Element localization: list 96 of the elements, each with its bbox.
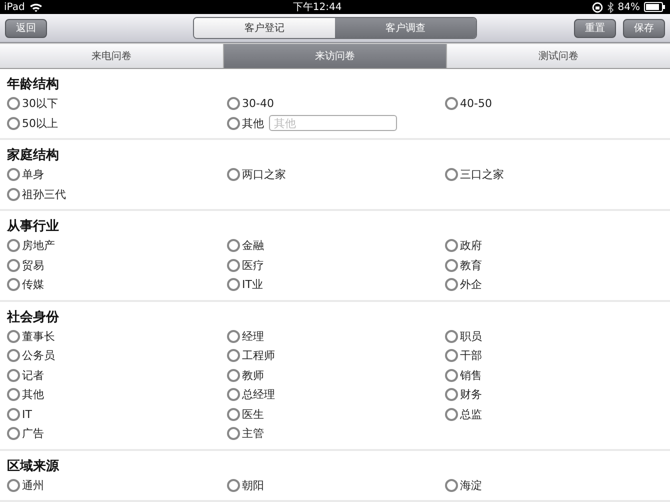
section-title: 年龄结构	[7, 76, 60, 94]
option-label[interactable]: 广告	[22, 426, 44, 442]
option-label[interactable]: 祖孙三代	[22, 186, 66, 202]
radio-button[interactable]	[7, 388, 20, 402]
option-label[interactable]: 海淀	[460, 478, 482, 493]
radio-button[interactable]	[227, 168, 240, 182]
section-title: 家庭结构	[7, 146, 60, 165]
rotation-lock-icon	[592, 2, 603, 12]
questionnaire-tab[interactable]: 来访问卷	[224, 44, 448, 68]
option-label[interactable]: 通州	[22, 478, 44, 493]
radio-button[interactable]	[7, 168, 20, 182]
radio-button[interactable]	[7, 116, 20, 130]
radio-button[interactable]	[7, 478, 20, 492]
radio-button[interactable]	[7, 278, 20, 292]
option-label[interactable]: 金融	[242, 238, 264, 254]
wifi-icon	[28, 2, 43, 12]
radio-button[interactable]	[445, 478, 458, 492]
radio-button[interactable]	[7, 349, 20, 362]
option-label[interactable]: 房地产	[22, 238, 55, 254]
option-label[interactable]: 公务员	[22, 348, 55, 364]
radio-button[interactable]	[7, 427, 20, 440]
option-label[interactable]: 两口之家	[242, 167, 286, 182]
bluetooth-icon	[606, 2, 614, 12]
battery-icon	[644, 2, 666, 12]
option-label[interactable]: 经理	[242, 328, 264, 344]
radio-button[interactable]	[445, 239, 458, 252]
radio-button[interactable]	[445, 330, 458, 343]
radio-button[interactable]	[227, 427, 240, 440]
section-title: 社会身份	[7, 308, 60, 326]
option-label[interactable]: IT业	[242, 277, 263, 292]
radio-button[interactable]	[7, 239, 20, 252]
option-label[interactable]: 董事长	[22, 328, 55, 344]
radio-button[interactable]	[227, 478, 240, 492]
radio-button[interactable]	[7, 368, 20, 382]
option-label[interactable]: 总监	[460, 406, 482, 422]
option-label[interactable]: 单身	[22, 167, 44, 182]
option-label[interactable]: IT	[22, 408, 32, 421]
status-time: 下午12:44	[292, 1, 342, 14]
radio-button[interactable]	[445, 408, 458, 421]
segment-tab[interactable]: 客户登记	[194, 18, 335, 38]
battery-percent: 84%	[618, 2, 640, 12]
option-label[interactable]: 医疗	[242, 258, 264, 273]
option-label[interactable]: 30以下	[22, 96, 58, 112]
radio-button[interactable]	[445, 349, 458, 362]
reset-button[interactable]: 重置	[574, 18, 616, 38]
radio-button[interactable]	[7, 188, 20, 201]
option-label[interactable]: 贸易	[22, 258, 44, 273]
radio-button[interactable]	[227, 330, 240, 343]
radio-button[interactable]	[445, 388, 458, 402]
radio-button[interactable]	[227, 349, 240, 362]
option-label[interactable]: 干部	[460, 348, 482, 364]
option-label[interactable]: 50以上	[22, 116, 58, 131]
option-label[interactable]: 记者	[22, 368, 44, 383]
option-label[interactable]: 朝阳	[242, 478, 264, 493]
radio-button[interactable]	[227, 97, 240, 110]
other-input-field[interactable]: 其他	[269, 115, 397, 132]
section-title: 从事行业	[7, 218, 60, 236]
section-title: 区域来源	[7, 458, 60, 476]
questionnaire-tab[interactable]: 来电问卷	[0, 44, 224, 68]
questionnaire-tab[interactable]: 测试问卷	[447, 44, 670, 68]
option-label[interactable]: 工程师	[242, 348, 275, 364]
radio-button[interactable]	[227, 388, 240, 402]
option-label[interactable]: 其他	[242, 116, 264, 131]
option-label[interactable]: 职员	[460, 328, 482, 344]
radio-button[interactable]	[445, 368, 458, 382]
radio-button[interactable]	[227, 258, 240, 272]
option-label[interactable]: 教师	[242, 368, 264, 383]
radio-button[interactable]	[227, 408, 240, 421]
radio-button[interactable]	[445, 258, 458, 272]
radio-button[interactable]	[227, 368, 240, 382]
option-label[interactable]: 财务	[460, 387, 482, 402]
option-label[interactable]: 其他	[22, 387, 44, 402]
device-name: iPad	[4, 2, 25, 12]
option-label[interactable]: 教育	[460, 258, 482, 273]
option-label[interactable]: 主管	[242, 426, 264, 442]
radio-button[interactable]	[7, 258, 20, 272]
radio-button[interactable]	[445, 97, 458, 110]
option-label[interactable]: 外企	[460, 277, 482, 292]
option-label[interactable]: 40-50	[460, 97, 492, 110]
option-label[interactable]: 政府	[460, 238, 482, 254]
option-label[interactable]: 30-40	[242, 97, 274, 110]
radio-button[interactable]	[445, 168, 458, 182]
option-label[interactable]: 总经理	[242, 387, 275, 402]
radio-button[interactable]	[7, 330, 20, 343]
option-label[interactable]: 销售	[460, 368, 482, 383]
segment-tab[interactable]: 客户调查	[335, 18, 476, 38]
option-label[interactable]: 传媒	[22, 277, 44, 292]
radio-button[interactable]	[7, 97, 20, 110]
back-button[interactable]: 返回	[5, 18, 47, 38]
radio-button[interactable]	[227, 278, 240, 292]
radio-button[interactable]	[7, 408, 20, 421]
radio-button[interactable]	[227, 116, 240, 130]
radio-button[interactable]	[445, 278, 458, 292]
option-label[interactable]: 三口之家	[460, 167, 504, 182]
option-label[interactable]: 医生	[242, 406, 264, 422]
radio-button[interactable]	[227, 239, 240, 252]
